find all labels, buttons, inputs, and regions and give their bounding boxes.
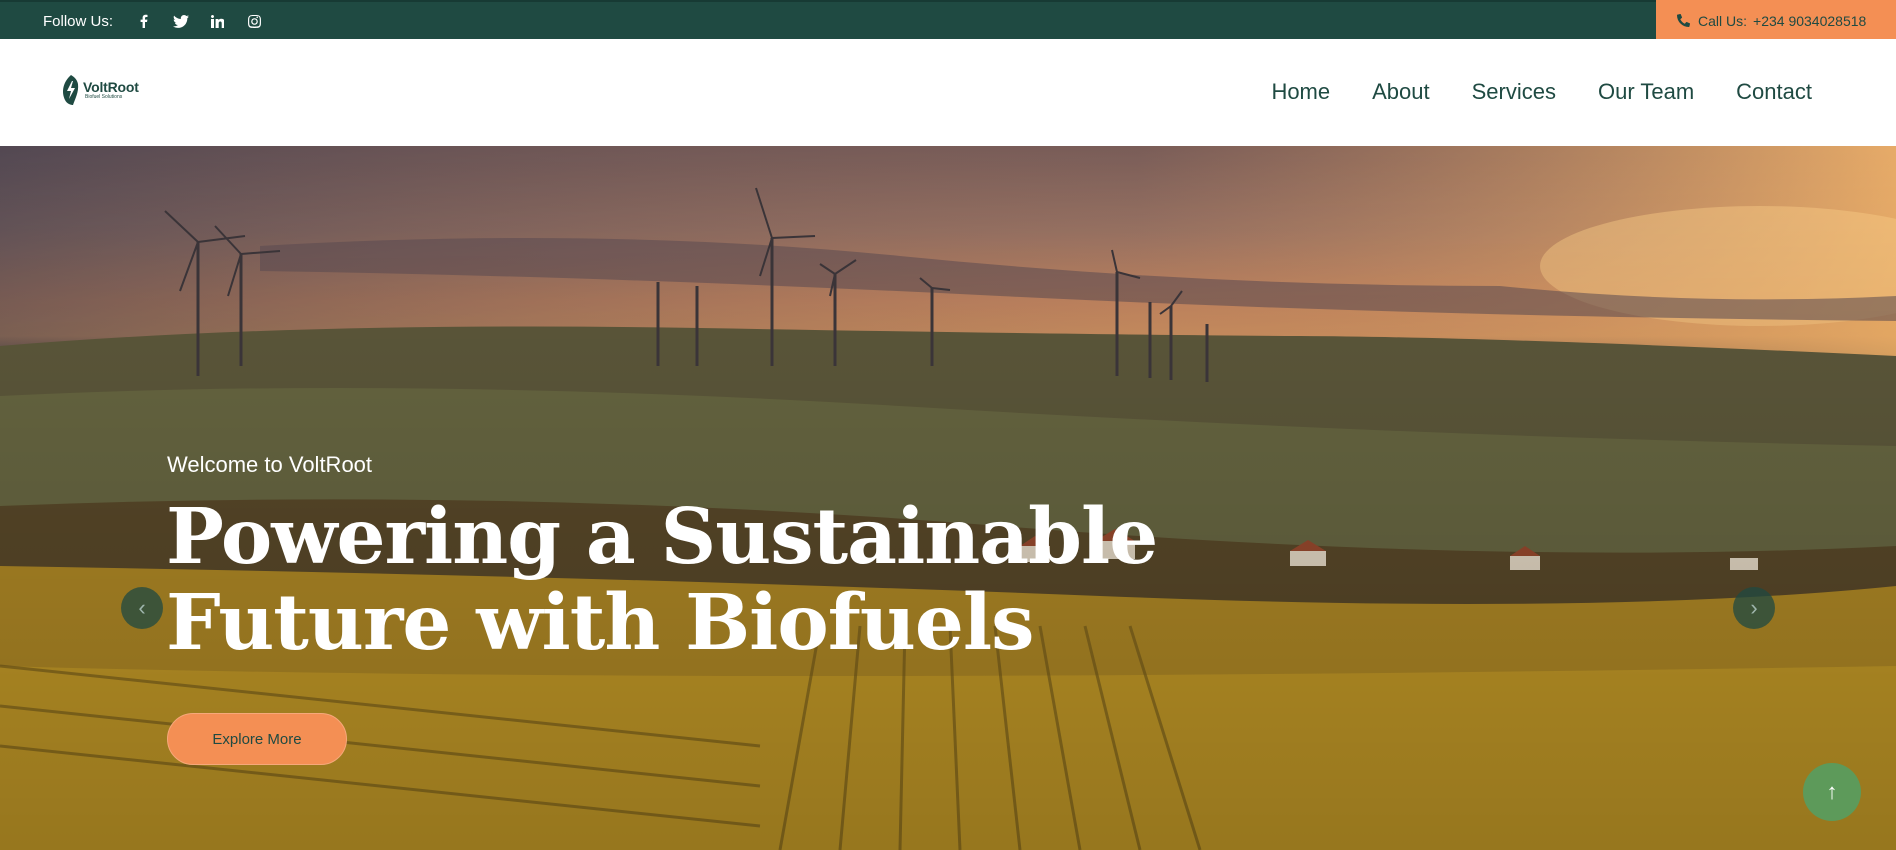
follow-us: Follow Us:	[43, 12, 273, 30]
follow-label: Follow Us:	[43, 12, 114, 30]
hero-headline-line1: Powering a Sustainable	[166, 492, 1158, 582]
chevron-right-icon: ›	[1750, 595, 1758, 620]
chevron-left-icon: ‹	[138, 595, 146, 620]
logo[interactable]: VoltRoot Biofuel Solutions	[61, 74, 139, 106]
social-links	[125, 12, 273, 30]
phone-number[interactable]: +234 9034028518	[1753, 13, 1866, 29]
scroll-to-top-button[interactable]: ↑	[1803, 763, 1861, 821]
leaf-bolt-icon	[63, 75, 79, 105]
nav-services[interactable]: Services	[1472, 79, 1556, 105]
call-label: Call Us:	[1698, 12, 1748, 29]
hero-headline-line2: Future with Biofuels	[166, 578, 1034, 668]
site-header: VoltRoot Biofuel Solutions Home About Se…	[0, 39, 1896, 146]
nav-contact[interactable]: Contact	[1736, 79, 1812, 105]
call-us-box[interactable]: Call Us: +234 9034028518	[1656, 0, 1896, 41]
nav-home[interactable]: Home	[1271, 79, 1330, 105]
explore-more-button[interactable]: Explore More	[167, 713, 347, 765]
hero-headline: Powering a Sustainable Future with Biofu…	[166, 492, 1158, 668]
nav-our-team[interactable]: Our Team	[1598, 79, 1694, 105]
instagram-icon[interactable]	[236, 12, 273, 30]
hero-welcome: Welcome to VoltRoot	[167, 452, 373, 477]
phone-icon	[1677, 14, 1690, 27]
facebook-icon[interactable]	[125, 12, 162, 30]
hero-section: Welcome to VoltRoot Powering a Sustainab…	[0, 146, 1896, 850]
nav-about[interactable]: About	[1372, 79, 1430, 105]
carousel-prev-button[interactable]: ‹	[121, 587, 163, 629]
linkedin-icon[interactable]	[199, 12, 236, 30]
carousel-next-button[interactable]: ›	[1733, 587, 1775, 629]
logo-name: VoltRoot	[83, 79, 139, 95]
arrow-up-icon: ↑	[1826, 779, 1838, 804]
logo-subtitle: Biofuel Solutions	[85, 94, 123, 100]
main-nav: Home About Services Our Team Contact	[1271, 79, 1812, 105]
top-bar: Follow Us: Call Us: +234 9034028518	[0, 0, 1896, 41]
twitter-icon[interactable]	[162, 12, 199, 30]
